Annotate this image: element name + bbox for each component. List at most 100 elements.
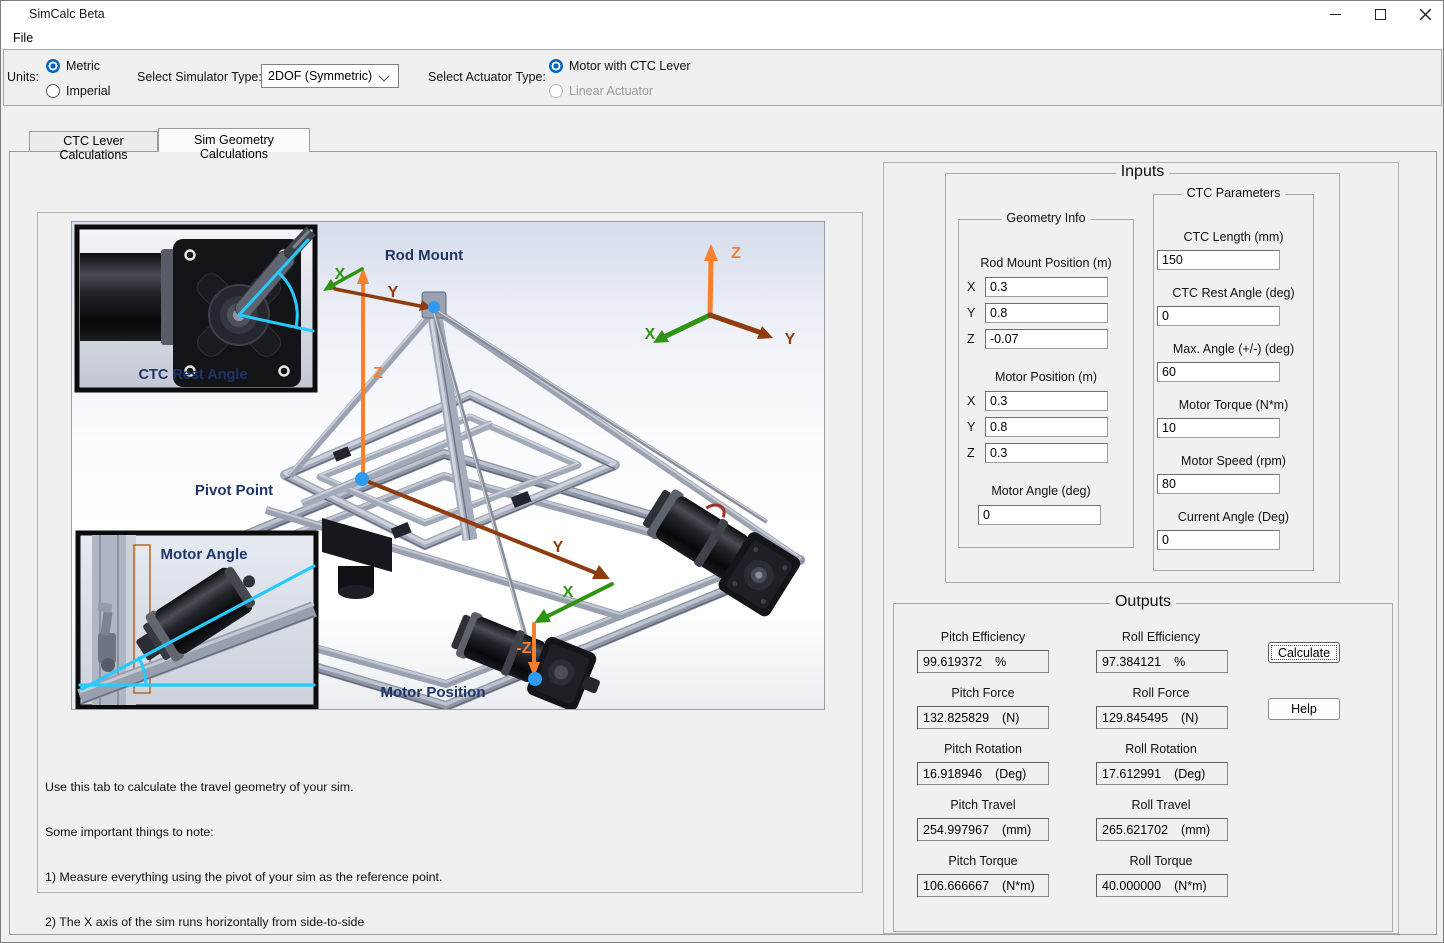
motor-speed-label: Motor Speed (rpm) bbox=[1155, 454, 1312, 468]
motor-pos-x-axis: X bbox=[967, 394, 975, 408]
calculate-button[interactable]: Calculate bbox=[1268, 642, 1340, 663]
pitch-rotation-value: 16.918946 bbox=[923, 767, 982, 781]
max-angle-input[interactable] bbox=[1157, 362, 1280, 382]
linear-actuator-radio bbox=[549, 84, 563, 98]
roll-force-label: Roll Force bbox=[1081, 686, 1241, 700]
rod-mount-y-input[interactable] bbox=[985, 303, 1108, 323]
menu-file[interactable]: File bbox=[4, 27, 42, 49]
chevron-down-icon bbox=[378, 70, 389, 81]
roll-torque-unit: (N*m) bbox=[1174, 879, 1207, 893]
y-axis-label-top: Y bbox=[388, 284, 399, 301]
linear-actuator-label: Linear Actuator bbox=[569, 84, 653, 98]
close-button[interactable] bbox=[1403, 1, 1444, 27]
roll-travel-output[interactable]: 265.621702 (mm) bbox=[1096, 818, 1228, 841]
simulator-type-select[interactable]: 2DOF (Symmetric) bbox=[261, 64, 399, 88]
rod-mount-z-input[interactable] bbox=[985, 329, 1108, 349]
menu-bar: File bbox=[1, 27, 1443, 49]
pitch-efficiency-unit: % bbox=[995, 655, 1006, 669]
roll-travel-unit: (mm) bbox=[1181, 823, 1210, 837]
diagram-picture-box: Rod Mount Pivot Point Motor Position X Y… bbox=[71, 221, 825, 710]
pitch-torque-output[interactable]: 106.666667 (N*m) bbox=[917, 874, 1049, 897]
pitch-travel-output[interactable]: 254.997967 (mm) bbox=[917, 818, 1049, 841]
simulator-type-value: 2DOF (Symmetric) bbox=[268, 69, 372, 83]
roll-efficiency-unit: % bbox=[1174, 655, 1185, 669]
motor-ctc-label[interactable]: Motor with CTC Lever bbox=[569, 59, 691, 73]
motor-angle-label: Motor Angle bbox=[161, 546, 248, 563]
maximize-button[interactable] bbox=[1358, 1, 1403, 27]
rod-mount-label: Rod Mount bbox=[385, 247, 463, 264]
imperial-label[interactable]: Imperial bbox=[66, 84, 110, 98]
metric-label[interactable]: Metric bbox=[66, 59, 100, 73]
minimize-icon bbox=[1330, 14, 1341, 15]
units-label: Units: bbox=[7, 70, 39, 84]
maximize-icon bbox=[1375, 9, 1386, 20]
motor-pos-y-axis: Y bbox=[967, 420, 975, 434]
current-angle-input[interactable] bbox=[1157, 530, 1280, 550]
minimize-button[interactable] bbox=[1313, 1, 1358, 27]
roll-force-output[interactable]: 129.845495 (N) bbox=[1096, 706, 1228, 729]
pivot-point-label: Pivot Point bbox=[195, 482, 273, 499]
simulator-type-label: Select Simulator Type: bbox=[137, 70, 262, 84]
motor-speed-input[interactable] bbox=[1157, 474, 1280, 494]
max-angle-label: Max. Angle (+/-) (deg) bbox=[1155, 342, 1312, 356]
motor-pos-x-input[interactable] bbox=[985, 391, 1108, 411]
rod-mount-z-axis: Z bbox=[967, 332, 975, 346]
roll-force-value: 129.845495 bbox=[1102, 711, 1168, 725]
z-axis-label: Z bbox=[373, 365, 383, 382]
geometry-info-title: Geometry Info bbox=[1001, 211, 1090, 225]
help-button[interactable]: Help bbox=[1268, 698, 1340, 720]
roll-rotation-value: 17.612991 bbox=[1102, 767, 1161, 781]
pitch-travel-unit: (mm) bbox=[1002, 823, 1031, 837]
ctc-parameters-title: CTC Parameters bbox=[1182, 186, 1286, 200]
ctc-rest-angle-input-label: CTC Rest Angle (deg) bbox=[1155, 286, 1312, 300]
roll-efficiency-output[interactable]: 97.384121% bbox=[1096, 650, 1228, 673]
note-line: 2) The X axis of the sim runs horizontal… bbox=[45, 915, 865, 930]
motor-pos-y-input[interactable] bbox=[985, 417, 1108, 437]
motor-position-group-label: Motor Position (m) bbox=[962, 370, 1130, 384]
ctc-rest-angle-label: CTC Rest Angle bbox=[138, 367, 247, 383]
motor-angle-input[interactable] bbox=[978, 505, 1101, 525]
pitch-rotation-output[interactable]: 16.918946(Deg) bbox=[917, 762, 1049, 785]
ctc-rest-angle-input[interactable] bbox=[1157, 306, 1280, 326]
motor-torque-label: Motor Torque (N*m) bbox=[1155, 398, 1312, 412]
motor-pos-z-input[interactable] bbox=[985, 443, 1108, 463]
rod-mount-x-axis: X bbox=[967, 280, 975, 294]
pitch-force-output[interactable]: 132.825829 (N) bbox=[917, 706, 1049, 729]
note-line: Use this tab to calculate the travel geo… bbox=[45, 780, 865, 795]
pitch-torque-value: 106.666667 bbox=[923, 879, 989, 893]
roll-rotation-label: Roll Rotation bbox=[1081, 742, 1241, 756]
pitch-efficiency-output[interactable]: 99.619372% bbox=[917, 650, 1049, 673]
motor-torque-input[interactable] bbox=[1157, 418, 1280, 438]
triad-y-label: Y bbox=[785, 331, 796, 348]
imperial-radio[interactable] bbox=[46, 84, 60, 98]
rod-mount-x-input[interactable] bbox=[985, 277, 1108, 297]
pitch-torque-unit: (N*m) bbox=[1002, 879, 1035, 893]
ctc-length-input[interactable] bbox=[1157, 250, 1280, 270]
pitch-force-unit: (N) bbox=[1002, 711, 1019, 725]
tab-ctc-lever[interactable]: CTC Lever Calculations bbox=[29, 131, 158, 151]
tab-sim-geometry[interactable]: Sim Geometry Calculations bbox=[158, 128, 310, 152]
title-bar: SimCalc Beta bbox=[1, 1, 1443, 27]
app-window: SimCalc Beta File Units: Metric Imperial… bbox=[0, 0, 1444, 943]
motor-position-marker bbox=[528, 672, 542, 686]
pitch-force-value: 132.825829 bbox=[923, 711, 989, 725]
pitch-torque-label: Pitch Torque bbox=[903, 854, 1063, 868]
roll-efficiency-label: Roll Efficiency bbox=[1081, 630, 1241, 644]
roll-rotation-output[interactable]: 17.612991(Deg) bbox=[1096, 762, 1228, 785]
roll-travel-value: 265.621702 bbox=[1102, 823, 1168, 837]
x-axis-label-top: X bbox=[335, 266, 346, 283]
pitch-travel-value: 254.997967 bbox=[923, 823, 989, 837]
note-line: Some important things to note: bbox=[45, 825, 865, 840]
pitch-efficiency-value: 99.619372 bbox=[923, 655, 982, 669]
notes-block: Use this tab to calculate the travel geo… bbox=[45, 750, 865, 943]
rod-mount-marker bbox=[428, 301, 440, 313]
metric-radio[interactable] bbox=[46, 59, 60, 73]
roll-force-unit: (N) bbox=[1181, 711, 1198, 725]
motor-ctc-radio[interactable] bbox=[549, 59, 563, 73]
sim-diagram: Rod Mount Pivot Point Motor Position X Y… bbox=[72, 222, 824, 709]
actuator-type-label: Select Actuator Type: bbox=[428, 70, 546, 84]
inputs-title: Inputs bbox=[1116, 163, 1170, 181]
pivot-marker bbox=[355, 472, 369, 486]
rod-mount-y-axis: Y bbox=[967, 306, 975, 320]
roll-torque-output[interactable]: 40.000000(N*m) bbox=[1096, 874, 1228, 897]
